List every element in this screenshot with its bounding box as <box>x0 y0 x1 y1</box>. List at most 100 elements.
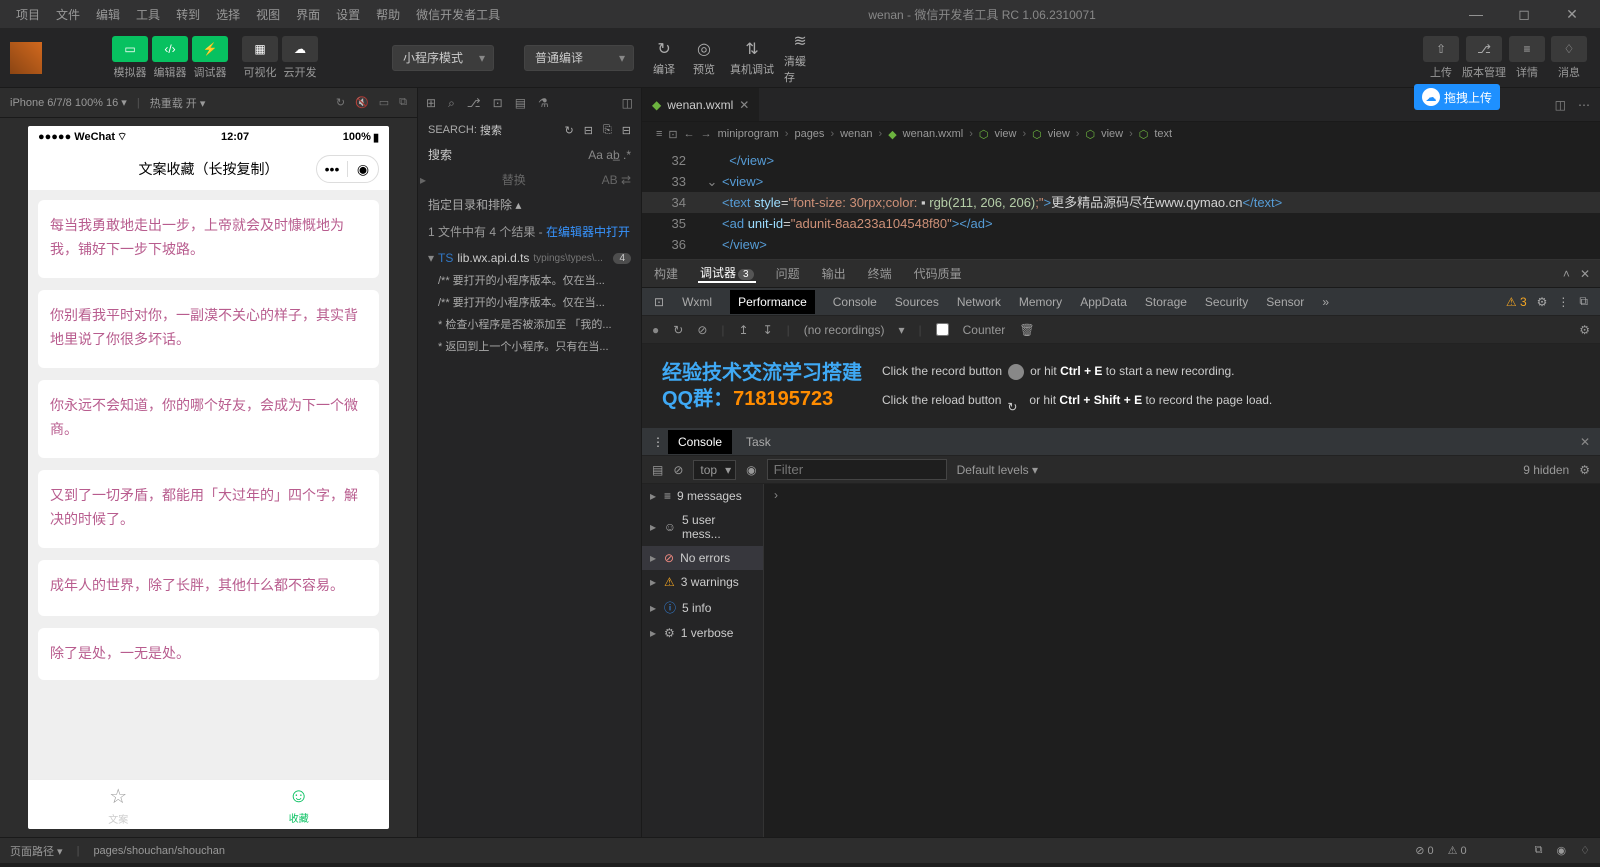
split-icon[interactable]: ◫ <box>1555 98 1566 112</box>
debugger-toggle[interactable]: ⚡调试器 <box>192 36 228 80</box>
crumb-icon[interactable]: ⊡ <box>668 128 677 141</box>
drag-upload-badge[interactable]: ☁ 拖拽上传 <box>1414 84 1500 110</box>
menu-help[interactable]: 帮助 <box>368 2 408 27</box>
levels-select[interactable]: Default levels ▾ <box>957 463 1038 477</box>
kebab-icon[interactable]: ⋮ <box>652 435 664 449</box>
text-card[interactable]: 成年人的世界，除了长胖，其他什么都不容易。 <box>38 560 379 616</box>
search-match[interactable]: * 返回到上一个小程序。只有在当... <box>418 335 641 357</box>
more-tabs-icon[interactable]: » <box>1322 295 1329 309</box>
page-path[interactable]: pages/shouchan/shouchan <box>93 845 225 857</box>
text-card[interactable]: 每当我勇敢地走出一步，上帝就会及时慷慨地为我，铺好下一步下坡路。 <box>38 200 379 278</box>
chevron-down-icon[interactable]: ▾ <box>898 323 904 337</box>
preview-button[interactable]: ◎预览 <box>688 39 720 77</box>
gear-icon[interactable]: ⚙ <box>1537 295 1548 309</box>
tab-storage[interactable]: Storage <box>1145 295 1187 309</box>
word-icon[interactable]: ab̲ <box>606 148 619 162</box>
text-card[interactable]: 你别看我平时对你，一副漠不关心的样子，其实背地里说了你很多坏话。 <box>38 290 379 368</box>
tab-problems[interactable]: 问题 <box>774 265 802 282</box>
tab-appdata[interactable]: AppData <box>1080 295 1127 309</box>
clear-cache-button[interactable]: ≋清缓存 <box>784 39 816 77</box>
close-tab-icon[interactable]: ✕ <box>739 98 749 112</box>
text-card[interactable]: 除了是处，一无是处。 <box>38 628 379 680</box>
filter-input[interactable] <box>767 459 947 480</box>
warning-badge[interactable]: ⚠ 3 <box>1506 295 1527 309</box>
sim-popup-icon[interactable]: ⧉ <box>399 96 407 109</box>
sim-mute-icon[interactable]: 🔇 <box>355 96 369 109</box>
remote-debug-button[interactable]: ⇅真机调试 <box>728 39 776 77</box>
close-button[interactable]: ✕ <box>1552 2 1592 27</box>
search-input[interactable]: 搜索 <box>428 146 452 163</box>
sim-rotate-icon[interactable]: ▭ <box>379 96 389 109</box>
tab-sensor[interactable]: Sensor <box>1266 295 1304 309</box>
inspect-icon[interactable]: ⊡ <box>654 295 664 309</box>
upload-icon[interactable]: ↥ <box>739 323 749 337</box>
context-select[interactable]: top <box>693 460 736 480</box>
popup-icon[interactable]: ⧉ <box>1535 844 1543 857</box>
tab-terminal[interactable]: 终端 <box>866 265 894 282</box>
code-editor[interactable]: 32 </view>33⌄<view>34<text style="font-s… <box>642 146 1600 259</box>
text-card[interactable]: 又到了一切矛盾，都能用「大过年的」四个字，解决的时候了。 <box>38 470 379 548</box>
open-in-editor-link[interactable]: 在编辑器中打开 <box>546 225 630 239</box>
tab-network[interactable]: Network <box>957 295 1001 309</box>
ext-icon[interactable]: ⊡ <box>493 96 503 110</box>
maximize-button[interactable]: ◻ <box>1504 2 1544 27</box>
tab-build[interactable]: 构建 <box>652 265 680 282</box>
trash-icon[interactable]: 🗑 <box>1019 323 1034 337</box>
counter-checkbox[interactable] <box>936 323 949 336</box>
menu-settings[interactable]: 设置 <box>328 2 368 27</box>
preserve-icon[interactable]: AB <box>602 173 618 187</box>
clear-icon[interactable]: ⊟ <box>584 124 593 137</box>
console-filter-item[interactable]: ▸☺5 user mess... <box>642 508 763 546</box>
tab-wxml[interactable]: Wxml <box>682 295 712 309</box>
close-icon[interactable]: ✕ <box>1580 267 1590 281</box>
gear-icon[interactable]: ⚙ <box>1579 323 1590 337</box>
hot-reload-toggle[interactable]: 热重载 开 ▾ <box>150 95 206 111</box>
upload-button[interactable]: ⇧ <box>1423 36 1459 62</box>
tab-security[interactable]: Security <box>1205 295 1248 309</box>
menu-edit[interactable]: 编辑 <box>88 2 128 27</box>
mode-select[interactable]: 小程序模式 <box>392 45 494 71</box>
menu-interface[interactable]: 界面 <box>288 2 328 27</box>
git-icon[interactable]: ⎇ <box>467 96 481 110</box>
chevron-up-icon[interactable]: ˄ <box>1563 267 1570 281</box>
bell-icon[interactable]: ♢ <box>1580 844 1590 857</box>
error-count[interactable]: ⊘ 0 <box>1415 844 1433 857</box>
replaceall-icon[interactable]: ⇄ <box>621 173 631 187</box>
simulator-toggle[interactable]: ▭模拟器 <box>112 36 148 80</box>
clear-icon[interactable]: ⊘ <box>697 323 707 337</box>
search-match[interactable]: /** 要打开的小程序版本。仅在当... <box>418 291 641 313</box>
menu-goto[interactable]: 转到 <box>168 2 208 27</box>
search-match[interactable]: * 检查小程序是否被添加至 「我的... <box>418 313 641 335</box>
breadcrumb[interactable]: ≡ ⊡ ←→ miniprogram› pages› wenan› ◆wenan… <box>642 122 1600 146</box>
newfile-icon[interactable]: ⎘ <box>603 124 612 137</box>
panel-icon[interactable]: ◫ <box>622 96 633 110</box>
console-filter-item[interactable]: ▸⚠3 warnings <box>642 570 763 594</box>
more-icon[interactable]: ⋯ <box>1578 98 1590 112</box>
gear-icon[interactable]: ⚙ <box>1579 463 1590 477</box>
explorer-icon[interactable]: ⊞ <box>426 96 436 110</box>
toggle-includes[interactable]: 指定目录和排除 ▴ <box>418 192 641 217</box>
warning-count[interactable]: ⚠ 0 <box>1448 844 1467 857</box>
tab-memory[interactable]: Memory <box>1019 295 1062 309</box>
console-output[interactable]: › <box>764 484 1600 837</box>
minimize-button[interactable]: — <box>1456 2 1496 27</box>
beaker-icon[interactable]: ⚗ <box>538 96 549 110</box>
layers-icon[interactable]: ▤ <box>515 96 526 110</box>
compile-select[interactable]: 普通编译 <box>524 45 634 71</box>
result-file[interactable]: ▾ TS lib.wx.api.d.ts typings\types\... 4 <box>418 247 641 269</box>
device-select[interactable]: iPhone 6/7/8 100% 16 ▾ <box>10 96 127 109</box>
console-filter-item[interactable]: ▸⚙1 verbose <box>642 621 763 645</box>
capsule-button[interactable]: ••• ◉ <box>316 155 379 183</box>
tab-performance[interactable]: Performance <box>730 290 815 314</box>
menu-project[interactable]: 项目 <box>8 2 48 27</box>
menu-wxdevtools[interactable]: 微信开发者工具 <box>408 2 508 27</box>
search-icon[interactable]: ⌕ <box>448 96 455 111</box>
menu-select[interactable]: 选择 <box>208 2 248 27</box>
sidebar-toggle-icon[interactable]: ▤ <box>652 463 663 477</box>
case-icon[interactable]: Aa <box>588 148 603 162</box>
collapse-icon[interactable]: ⊟ <box>622 124 631 137</box>
record-icon[interactable]: ● <box>652 323 659 337</box>
search-match[interactable]: /** 要打开的小程序版本。仅在当... <box>418 269 641 291</box>
console-drawer-tab[interactable]: Console <box>668 430 732 454</box>
version-button[interactable]: ⎇ <box>1466 36 1502 62</box>
